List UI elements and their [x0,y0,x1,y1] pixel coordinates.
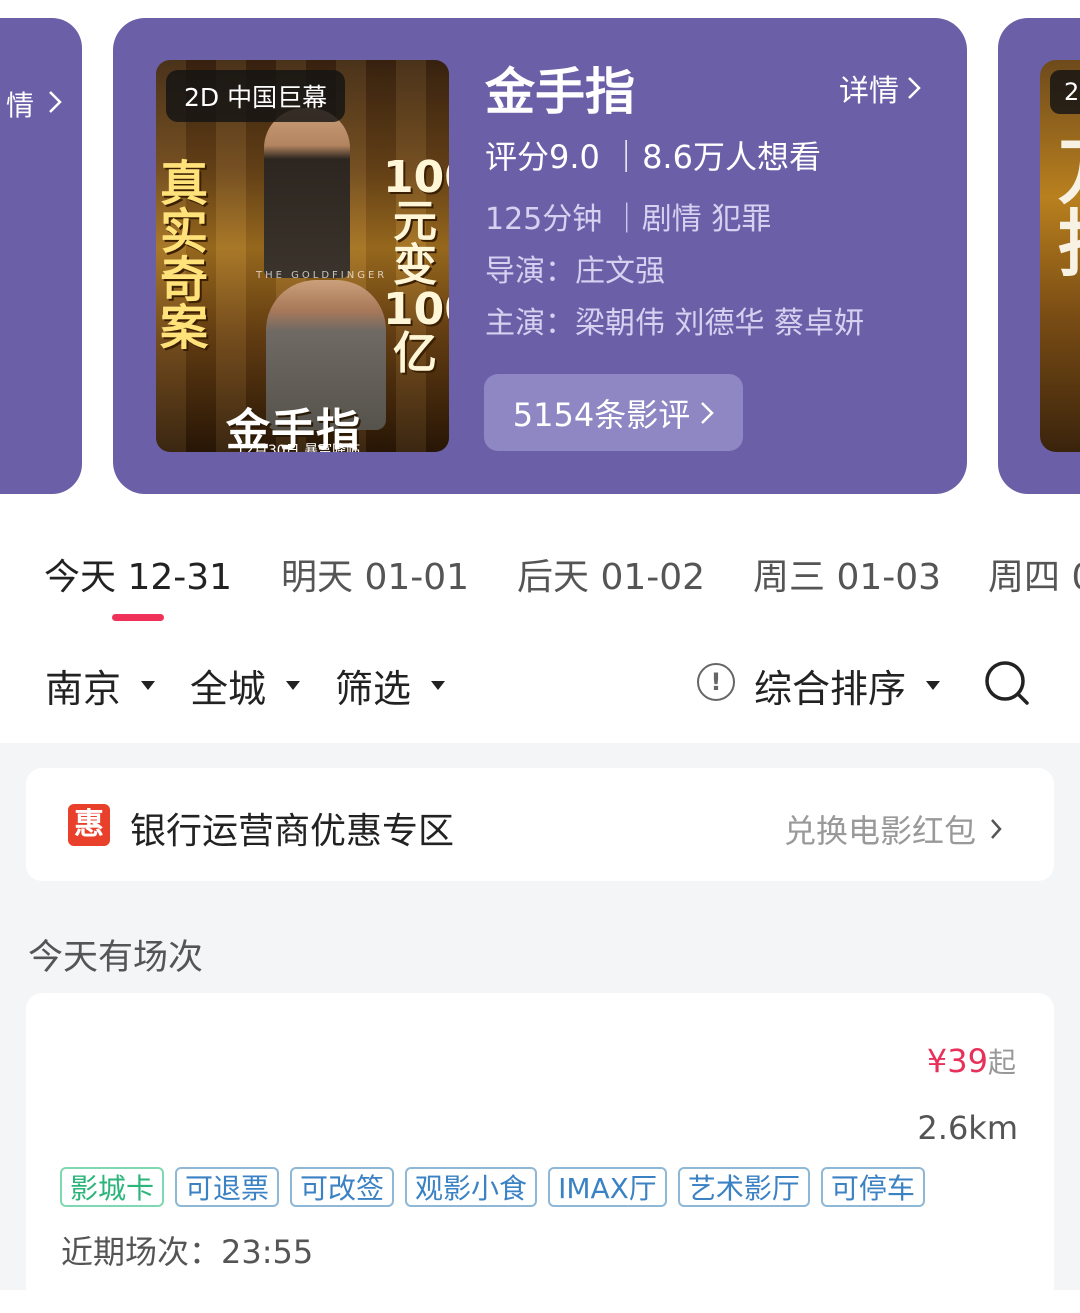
movie-director: 导演：庄文强 [485,254,665,289]
district-dropdown[interactable]: 全城 [190,658,301,713]
filter-label: 筛选 [335,667,412,711]
poster-right-slogan: 100元变100亿 [383,152,449,379]
movie-detail-link[interactable]: 详情 [839,66,921,110]
price-suffix: 起 [987,1046,1016,1079]
discount-badge-icon: 惠 [68,804,110,846]
promo-title: 银行运营商优惠专区 [130,811,455,852]
chevron-right-icon [49,91,62,113]
redeem-coupon-link[interactable]: 兑换电影红包 [784,806,1002,852]
movie-duration-genre: 125分钟 ｜剧情 犯罪 [485,202,772,237]
poster-release-date: 12月30日 暴富降临 [236,443,361,452]
chevron-right-icon [908,77,921,99]
cinema-distance: 2.6km [917,1109,1018,1147]
section-title: 今天有场次 [28,938,204,978]
cinema-list-area: 惠 银行运营商优惠专区 兑换电影红包 今天有场次 ¥39起 2.6km 影城卡 … [0,743,1080,1313]
reviews-button[interactable]: 5154条影评 [484,374,743,451]
cinema-price: ¥39起 [927,1041,1016,1081]
recent-showtime: 近期场次：23:55 [61,1233,314,1271]
movie-carousel[interactable]: 情 THE GOLDFINGER 真实奇案 100元变100亿 金手指 12月3… [0,0,1080,510]
poster-left-slogan: 真实奇案 [160,156,209,356]
movie-rating-line: 评分9.0 ｜8.6万人想看 [485,138,821,176]
search-icon[interactable] [984,660,1030,706]
date-tab-thursday[interactable]: 周四 01-04 [988,548,1080,600]
tag-refundable: 可退票 [175,1167,280,1207]
caret-down-icon [431,681,446,690]
tag-changeable: 可改签 [290,1167,395,1207]
chevron-right-icon [701,401,714,424]
prev-card-detail-label: 情 [5,89,34,122]
tag-snacks: 观影小食 [405,1167,538,1207]
movie-poster[interactable]: THE GOLDFINGER 真实奇案 100元变100亿 金手指 12月30日… [156,60,449,452]
date-tab-today[interactable]: 今天 12-31 [44,548,232,600]
tag-parking: 可停车 [820,1167,925,1207]
tag-cinema-card: 影城卡 [60,1167,165,1207]
movie-cast: 主演：梁朝伟 刘德华 蔡卓妍 [485,306,865,341]
next-movie-poster: 万 指 2 [1040,60,1080,452]
date-tab-day-after[interactable]: 后天 01-02 [517,548,705,600]
filter-dropdown[interactable]: 筛选 [335,658,446,713]
detail-label: 详情 [839,74,899,109]
next-poster-format-tag: 2 [1050,70,1080,114]
caret-down-icon [926,681,941,690]
cinema-tags: 影城卡 可退票 可改签 观影小食 IMAX厅 艺术影厅 可停车 [60,1167,925,1207]
caret-down-icon [286,681,301,690]
filter-bar: 南京 全城 筛选 ! 综合排序 [0,640,1080,743]
promo-banner[interactable]: 惠 银行运营商优惠专区 兑换电影红包 [26,768,1054,881]
city-dropdown[interactable]: 南京 [45,658,156,713]
city-label: 南京 [45,667,122,711]
tag-art-hall: 艺术影厅 [677,1167,810,1207]
price-value: ¥39 [926,1042,988,1080]
info-icon[interactable]: ! [697,663,735,701]
caret-down-icon [141,681,156,690]
date-tab-wednesday[interactable]: 周三 01-03 [753,548,941,600]
tag-imax: IMAX厅 [548,1167,667,1207]
poster-format-tag: 2D 中国巨幕 [166,70,346,122]
poster-figure-top [264,108,350,278]
next-poster-title: 万 指 [1058,136,1080,280]
movie-card[interactable]: THE GOLDFINGER 真实奇案 100元变100亿 金手指 12月30日… [113,18,967,494]
cinema-card[interactable]: ¥39起 2.6km 影城卡 可退票 可改签 观影小食 IMAX厅 艺术影厅 可… [26,993,1054,1313]
active-tab-indicator [112,614,164,621]
chevron-right-icon [991,819,1002,839]
prev-movie-card[interactable]: 情 [0,18,82,494]
date-tab-tomorrow[interactable]: 明天 01-01 [281,548,469,600]
next-movie-card[interactable]: 万 指 2 [998,18,1080,494]
sort-label: 综合排序 [754,667,907,711]
redeem-coupon-label: 兑换电影红包 [783,812,976,850]
movie-title: 金手指 [485,63,635,121]
district-label: 全城 [190,667,267,711]
poster-english-title: THE GOLDFINGER [256,270,388,281]
sort-dropdown[interactable]: 综合排序 [754,658,941,713]
reviews-button-label: 5154条影评 [512,395,691,434]
